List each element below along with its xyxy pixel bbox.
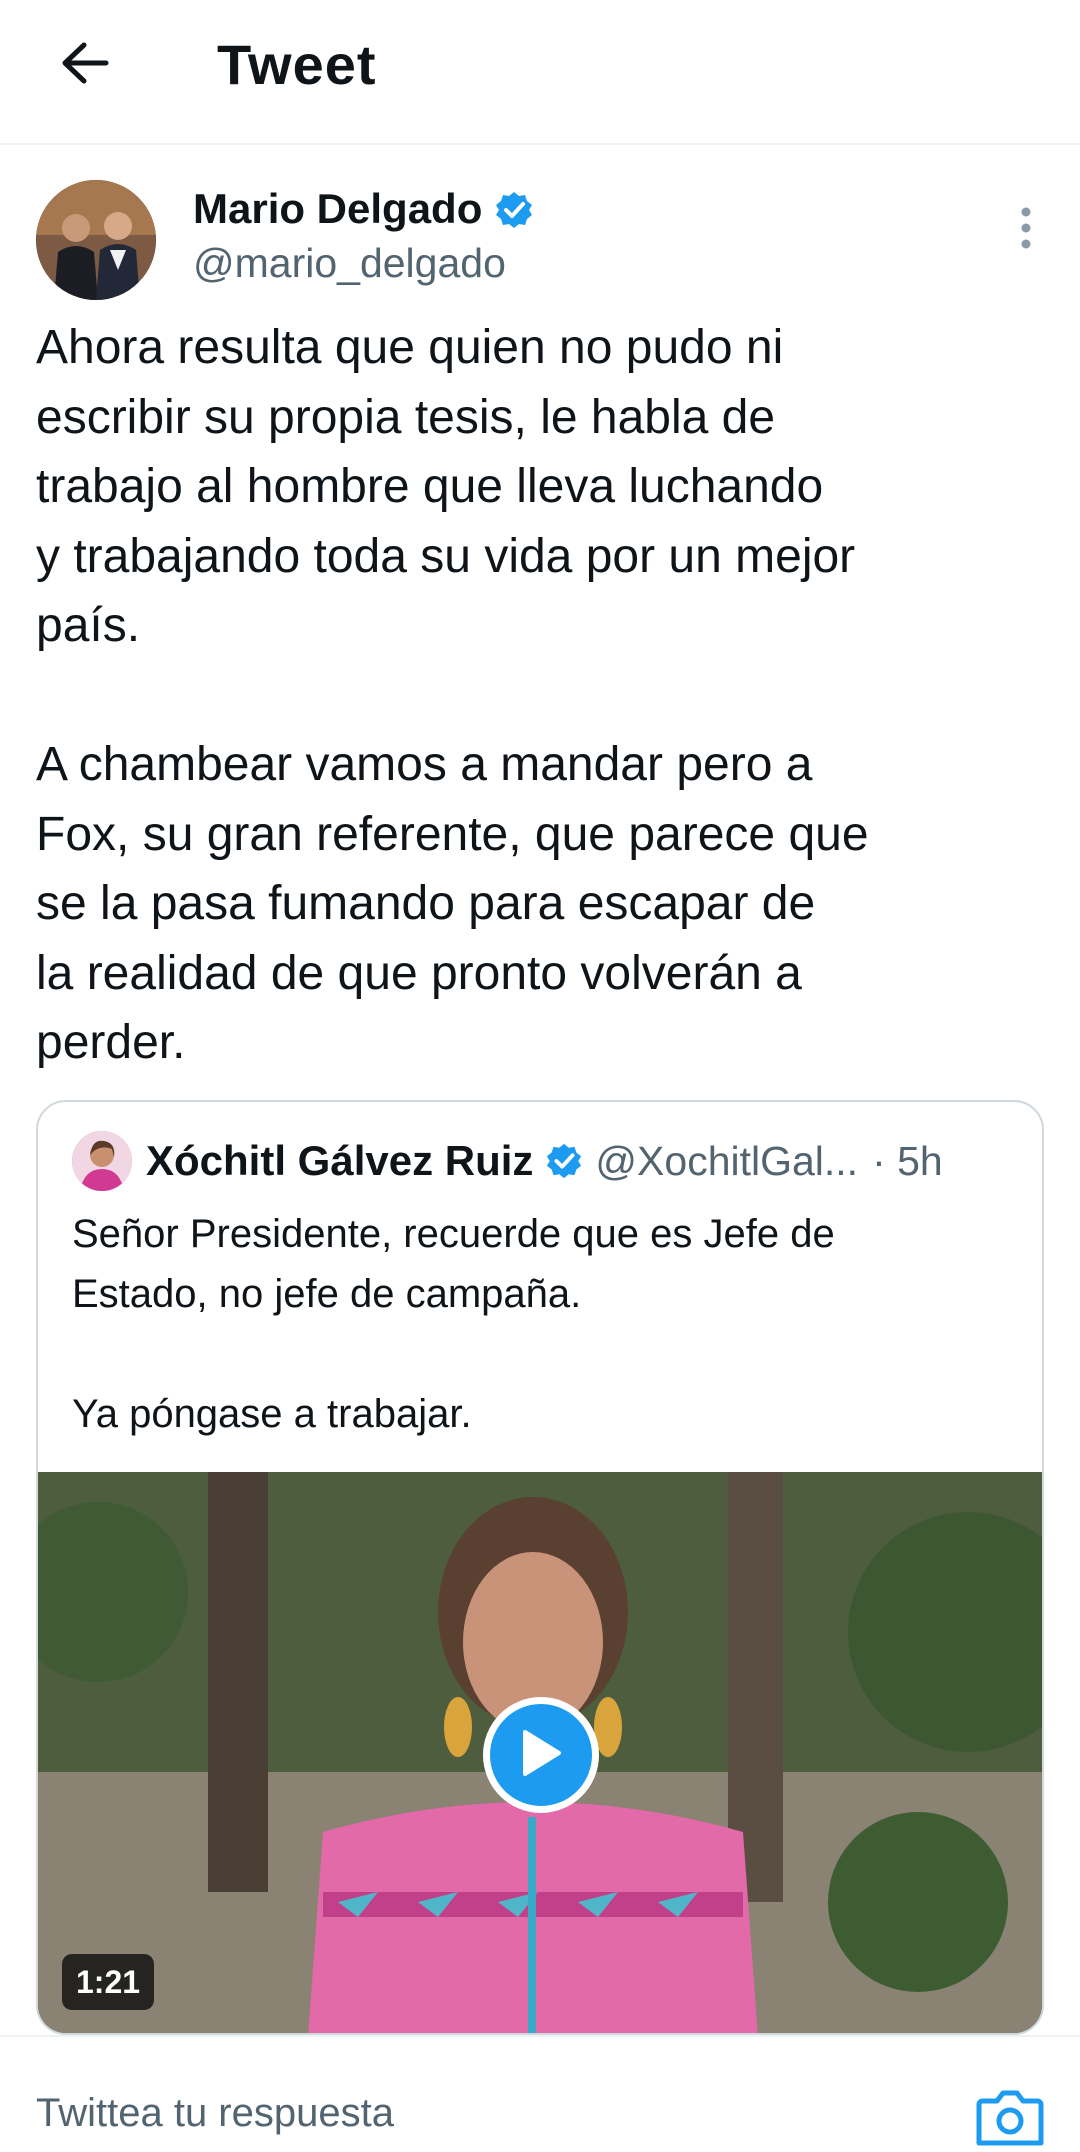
reply-bar: Twittea tu respuesta (0, 2035, 1080, 2146)
video-duration-badge: 1:21 (62, 1954, 155, 2010)
camera-button[interactable] (975, 2087, 1045, 2147)
reply-input[interactable]: Twittea tu respuesta (36, 2089, 394, 2137)
top-bar: Tweet (0, 0, 1080, 145)
verified-badge-icon (545, 1142, 583, 1180)
quoted-author-name: Xóchitl Gálvez Ruiz (146, 1137, 534, 1184)
author-avatar[interactable] (36, 180, 156, 300)
video-thumbnail[interactable]: 1:21 (38, 1472, 1042, 2033)
author-name-row[interactable]: Mario Delgado (193, 182, 534, 236)
play-button[interactable] (483, 1697, 599, 1813)
quoted-author-avatar (72, 1131, 132, 1191)
camera-icon (975, 2090, 1045, 2151)
quoted-tweet-header: Xóchitl Gálvez Ruiz @XochitlGal... · 5h (72, 1128, 1012, 1194)
more-vertical-icon (1020, 206, 1032, 255)
author-handle[interactable]: @mario_delgado (193, 236, 506, 290)
page-title: Tweet (217, 33, 377, 96)
play-icon (519, 1728, 563, 1783)
tweet-text: Ahora resulta que quien no pudo ni escri… (36, 321, 869, 1069)
more-options-button[interactable] (1006, 200, 1046, 260)
quoted-author-handle: @XochitlGal... (595, 1137, 859, 1184)
back-button[interactable] (50, 30, 120, 100)
arrow-left-icon (60, 41, 110, 90)
verified-badge-icon (494, 189, 534, 229)
quoted-timestamp: · 5h (872, 1137, 943, 1184)
tweet-author: Mario Delgado @mario_delgado (36, 180, 1046, 300)
quoted-tweet[interactable]: Xóchitl Gálvez Ruiz @XochitlGal... · 5h … (36, 1100, 1044, 2035)
quoted-tweet-text: Señor Presidente, recuerde que es Jefe d… (72, 1212, 835, 1436)
author-name[interactable]: Mario Delgado (193, 182, 482, 236)
